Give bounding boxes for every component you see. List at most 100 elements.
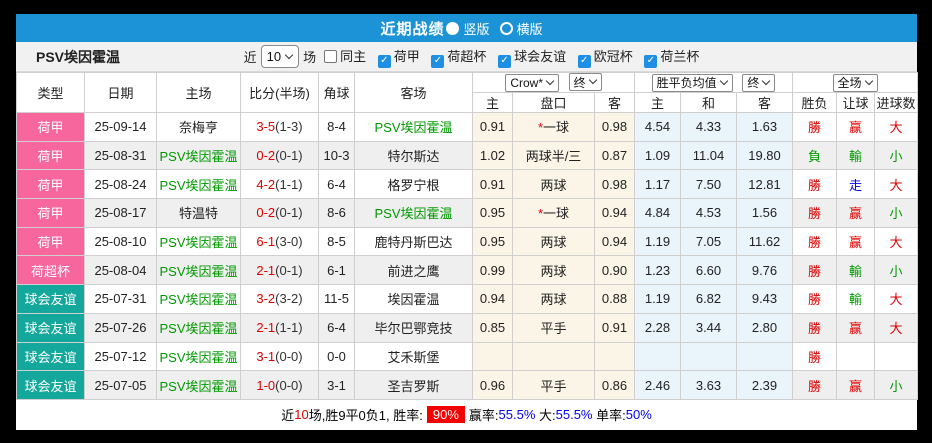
away-team: 艾禾斯堡: [354, 341, 473, 372]
result-over-under: 大: [874, 112, 919, 142]
league-filter-checkbox[interactable]: ✓: [377, 54, 391, 68]
match-score: 2-1(0-1): [240, 255, 319, 286]
match-score: 6-1(3-0): [240, 226, 319, 257]
corner-score: 10-3: [318, 140, 355, 171]
asia-handicap: 两球: [512, 226, 595, 257]
match-score: 4-2(1-1): [240, 169, 319, 200]
corner-score: 8-4: [318, 112, 355, 142]
europe-home-odds: 1.17: [634, 169, 681, 200]
asia-home-odds: 1.02: [472, 140, 513, 171]
result-win-loss: 勝: [792, 198, 838, 228]
europe-home-odds: 1.19: [634, 226, 681, 257]
asia-home-odds: 0.94: [472, 284, 513, 314]
result-win-loss: 勝: [792, 255, 838, 286]
summary-text: 50%: [625, 407, 652, 423]
home-team: PSV埃因霍温: [156, 284, 241, 314]
europe-away-odds: 19.80: [735, 140, 794, 171]
subcol-eu-draw: 和: [680, 92, 737, 113]
europe-odds-time-select[interactable]: 终: [742, 73, 776, 92]
col-header-corner: 角球: [318, 72, 355, 113]
vertical-layout-radio[interactable]: [446, 21, 460, 35]
europe-away-odds: 1.56: [735, 198, 794, 228]
match-score: 2-1(1-1): [240, 312, 319, 343]
league-filter-checkbox[interactable]: ✓: [644, 54, 658, 68]
corner-score: 3-1: [318, 370, 355, 400]
away-team: 格罗宁根: [354, 169, 473, 200]
match-scope-select[interactable]: 全场: [832, 73, 878, 92]
europe-away-odds: 9.43: [735, 284, 794, 314]
chevron-down-icon: [762, 76, 771, 85]
europe-odds-type-select[interactable]: 胜平负均值: [651, 73, 733, 92]
asia-away-odds: 0.88: [594, 284, 635, 314]
chevron-down-icon: [864, 76, 873, 85]
results-table: 类型 日期 主场 比分(半场) 角球 客场 Crow* 终 胜平负均值 终 全场: [16, 72, 919, 400]
result-handicap: 赢: [836, 112, 876, 142]
league-filter-checkbox[interactable]: ✓: [577, 54, 591, 68]
europe-draw-odds: 6.60: [680, 255, 737, 286]
table-row: 荷甲 25-08-17 特温特 0-2(0-1) 8-6 PSV埃因霍温 0.9…: [16, 198, 919, 228]
result-over-under: [874, 341, 919, 372]
league-filter-checkbox[interactable]: [324, 49, 338, 63]
result-over-under: 小: [874, 255, 919, 286]
europe-odds-select-cell: 胜平负均值 终: [633, 72, 794, 93]
asia-odds-time-select[interactable]: 终: [568, 73, 602, 92]
asia-home-odds: 0.85: [472, 312, 513, 343]
filter-bar: PSV埃因霍温 近 10 场 同主 ✓ 荷甲 ✓ 荷超杯 ✓ 球会友谊 ✓ 欧冠杯 ✓ 荷…: [16, 42, 917, 72]
page-title: 近期战绩: [380, 20, 445, 38]
chevron-down-icon: [545, 76, 555, 85]
summary-text: 近: [281, 408, 295, 424]
recent-count-select[interactable]: 10: [260, 45, 300, 68]
result-over-under: 大: [874, 284, 919, 314]
summary-text: 赢率:: [468, 408, 499, 424]
result-handicap: 走: [836, 169, 876, 200]
col-header-away: 客场: [354, 72, 473, 113]
europe-home-odds: 2.46: [634, 370, 681, 400]
result-win-loss: 勝: [792, 312, 838, 343]
league-filter-label: 同主: [340, 48, 367, 64]
match-date: 25-08-10: [84, 226, 157, 257]
table-row: 荷甲 25-08-10 PSV埃因霍温 6-1(3-0) 8-5 鹿特丹斯巴达 …: [16, 226, 919, 257]
asia-away-odds: 0.98: [594, 169, 635, 200]
result-win-loss: 負: [792, 140, 838, 171]
league-type-badge: 荷超杯: [16, 255, 85, 286]
europe-home-odds: 4.84: [634, 198, 681, 228]
odds-source-select[interactable]: Crow*: [505, 73, 560, 92]
col-header-score: 比分(半场): [240, 72, 319, 113]
subcol-result-goals: 进球数: [874, 92, 919, 113]
europe-draw-odds: 11.04: [680, 140, 737, 171]
league-filter-checkbox[interactable]: ✓: [431, 54, 445, 68]
home-team: PSV埃因霍温: [156, 226, 241, 257]
home-team: PSV埃因霍温: [156, 169, 241, 200]
subcol-eu-away: 客: [735, 92, 794, 113]
result-win-loss: 勝: [792, 226, 838, 257]
vertical-layout-label: 竖版: [463, 21, 490, 37]
league-filter-checkbox[interactable]: ✓: [498, 54, 512, 68]
summary-text: 单率:: [592, 408, 626, 424]
horizontal-layout-radio[interactable]: [499, 21, 513, 35]
title-bar: 近期战绩 竖版 横版: [16, 14, 917, 42]
match-date: 25-07-31: [84, 284, 157, 314]
asia-odds-select-cell: Crow* 终: [472, 72, 635, 93]
asia-handicap: 两球: [512, 169, 595, 200]
filter-controls: 近 10 场 同主 ✓ 荷甲 ✓ 荷超杯 ✓ 球会友谊 ✓ 欧冠杯 ✓ 荷兰杯: [216, 45, 917, 68]
result-over-under: 小: [874, 140, 919, 171]
subcol-result-wdl: 胜负: [792, 92, 838, 113]
table-row: 荷甲 25-08-24 PSV埃因霍温 4-2(1-1) 6-4 格罗宁根 0.…: [16, 169, 919, 200]
league-filter-label: 荷甲: [393, 48, 420, 64]
near-label: 近: [243, 50, 257, 65]
result-win-loss: 勝: [792, 169, 838, 200]
away-team: 前进之鹰: [354, 255, 473, 286]
result-over-under: 小: [874, 198, 919, 228]
europe-away-odds: 2.39: [735, 370, 794, 400]
result-handicap: [836, 341, 876, 372]
asia-away-odds: [594, 341, 635, 372]
match-date: 25-07-05: [84, 370, 157, 400]
europe-draw-odds: 4.33: [680, 112, 737, 142]
result-win-loss: 勝: [792, 284, 838, 314]
summary-text: 大:: [535, 408, 556, 424]
europe-away-odds: 9.76: [735, 255, 794, 286]
league-filter-checkboxes: 同主 ✓ 荷甲 ✓ 荷超杯 ✓ 球会友谊 ✓ 欧冠杯 ✓ 荷兰杯: [316, 46, 699, 68]
match-date: 25-08-24: [84, 169, 157, 200]
result-handicap: 輸: [836, 140, 876, 171]
asia-away-odds: 0.90: [594, 255, 635, 286]
